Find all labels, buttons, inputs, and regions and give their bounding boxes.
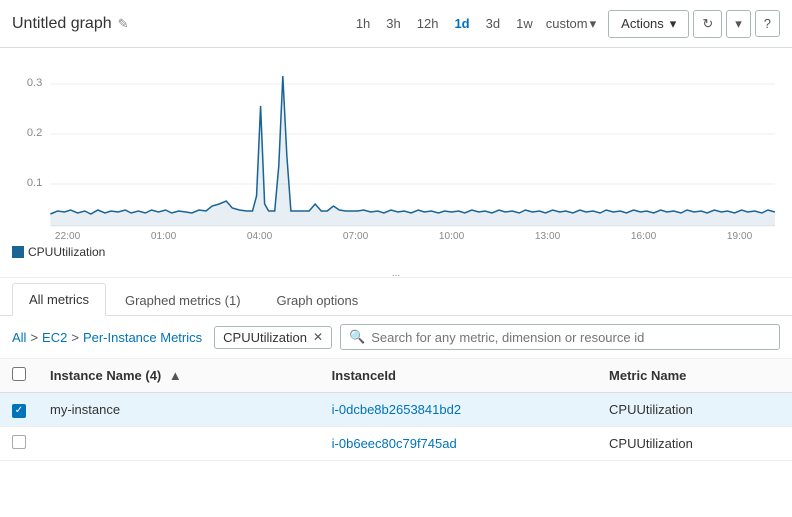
tab-all-metrics[interactable]: All metrics: [12, 283, 106, 316]
time-custom[interactable]: custom ▾: [546, 16, 596, 32]
row-instance-id: i-0b6eec80c79f745ad: [320, 426, 597, 460]
chart-legend: CPUUtilization: [12, 245, 780, 259]
more-options-button[interactable]: ▾: [726, 10, 751, 38]
row-instance-name: my-instance: [38, 393, 320, 427]
col-select: [0, 359, 38, 393]
help-icon: ?: [764, 16, 771, 31]
svg-text:04:00: 04:00: [247, 231, 273, 241]
sort-icon: ▲: [169, 368, 182, 383]
col-instance-name[interactable]: Instance Name (4) ▲: [38, 359, 320, 393]
line-chart: 0.3 0.2 0.1 22:00 01:00 04:00 07:00 10:0…: [12, 56, 780, 241]
table-header-row: Instance Name (4) ▲ InstanceId Metric Na…: [0, 359, 792, 393]
table-row: my-instance i-0dcbe8b2653841bd2 CPUUtili…: [0, 393, 792, 427]
header-buttons: Actions ▾ ↻ ▾ ?: [608, 10, 780, 38]
chart-container: 0.3 0.2 0.1 22:00 01:00 04:00 07:00 10:0…: [12, 56, 780, 241]
row-instance-name: [38, 426, 320, 460]
breadcrumb-ec2[interactable]: EC2: [42, 330, 67, 345]
select-all-checkbox[interactable]: [12, 367, 26, 381]
col-metric-name: Metric Name: [597, 359, 792, 393]
row-select-cell[interactable]: [0, 426, 38, 460]
svg-text:10:00: 10:00: [439, 231, 465, 241]
svg-text:13:00: 13:00: [535, 231, 561, 241]
breadcrumb-sep-1: >: [30, 330, 38, 345]
filter-tag-label: CPUUtilization: [223, 330, 307, 345]
time-3d[interactable]: 3d: [483, 14, 503, 33]
svg-text:19:00: 19:00: [727, 231, 753, 241]
col-instance-id: InstanceId: [320, 359, 597, 393]
time-1w[interactable]: 1w: [513, 14, 536, 33]
graph-title: Untitled graph: [12, 15, 112, 33]
search-icon: 🔍: [349, 329, 365, 345]
header: Untitled graph ✎ 1h 3h 12h 1d 3d 1w cust…: [0, 0, 792, 48]
time-3h[interactable]: 3h: [383, 14, 403, 33]
legend-label: CPUUtilization: [28, 245, 105, 259]
actions-label: Actions: [621, 16, 664, 31]
actions-chevron-icon: ▾: [670, 16, 677, 32]
refresh-icon: ↻: [702, 16, 713, 32]
svg-text:16:00: 16:00: [631, 231, 657, 241]
svg-text:07:00: 07:00: [343, 231, 369, 241]
row-checkbox-checked[interactable]: [12, 404, 26, 418]
filter-tag-remove[interactable]: ✕: [313, 330, 323, 344]
breadcrumb-sep-2: >: [71, 330, 79, 345]
tabs-area: ... All metrics Graphed metrics (1) Grap…: [0, 282, 792, 316]
row-checkbox-unchecked[interactable]: [12, 435, 26, 449]
row-select-cell[interactable]: [0, 393, 38, 427]
tab-graphed-metrics[interactable]: Graphed metrics (1): [108, 284, 258, 316]
svg-text:01:00: 01:00: [151, 231, 177, 241]
breadcrumb-per-instance[interactable]: Per-Instance Metrics: [83, 330, 202, 345]
time-1h[interactable]: 1h: [353, 14, 373, 33]
instance-id-link[interactable]: i-0b6eec80c79f745ad: [332, 436, 457, 451]
edit-title-icon[interactable]: ✎: [118, 16, 129, 32]
svg-text:22:00: 22:00: [55, 231, 81, 241]
legend-color-swatch: [12, 246, 24, 258]
time-1d[interactable]: 1d: [451, 14, 472, 33]
table-row: i-0b6eec80c79f745ad CPUUtilization: [0, 426, 792, 460]
tab-graph-options[interactable]: Graph options: [260, 284, 376, 316]
search-box: 🔍: [340, 324, 780, 350]
svg-text:0.1: 0.1: [27, 177, 42, 189]
metrics-table-area: Instance Name (4) ▲ InstanceId Metric Na…: [0, 359, 792, 476]
search-input[interactable]: [371, 330, 771, 345]
svg-text:0.2: 0.2: [27, 127, 42, 139]
expand-dots[interactable]: ...: [392, 268, 400, 279]
row-metric-name: CPUUtilization: [597, 426, 792, 460]
custom-chevron-icon: ▾: [590, 16, 597, 32]
time-12h[interactable]: 12h: [414, 14, 442, 33]
help-button[interactable]: ?: [755, 10, 780, 37]
refresh-button[interactable]: ↻: [693, 10, 722, 38]
row-metric-name: CPUUtilization: [597, 393, 792, 427]
title-area: Untitled graph ✎: [12, 15, 353, 33]
more-options-icon: ▾: [735, 16, 742, 32]
svg-text:0.3: 0.3: [27, 77, 42, 89]
instance-id-link[interactable]: i-0dcbe8b2653841bd2: [332, 402, 461, 417]
row-instance-id: i-0dcbe8b2653841bd2: [320, 393, 597, 427]
chart-area: 0.3 0.2 0.1 22:00 01:00 04:00 07:00 10:0…: [0, 48, 792, 278]
metrics-table: Instance Name (4) ▲ InstanceId Metric Na…: [0, 359, 792, 461]
filter-bar: All > EC2 > Per-Instance Metrics CPUUtil…: [0, 316, 792, 359]
time-controls: 1h 3h 12h 1d 3d 1w custom ▾: [353, 14, 596, 33]
filter-tag: CPUUtilization ✕: [214, 326, 332, 349]
breadcrumb-all[interactable]: All: [12, 330, 26, 345]
actions-button[interactable]: Actions ▾: [608, 10, 689, 38]
